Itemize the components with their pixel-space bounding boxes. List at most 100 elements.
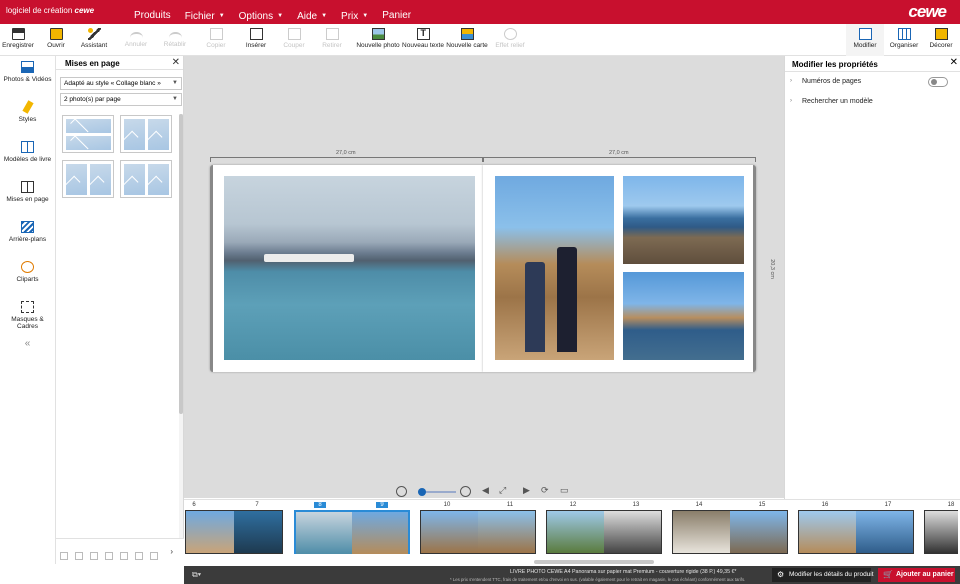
new-photo-button[interactable]: Nouvelle photo: [356, 24, 400, 56]
undo-button[interactable]: Annuler: [120, 24, 152, 56]
zoom-out-icon[interactable]: [60, 551, 68, 560]
page-thumb: [352, 512, 408, 554]
add-to-cart-label: Ajouter au panier: [896, 571, 954, 578]
zoom-in-icon[interactable]: [75, 551, 83, 560]
spread-thumbnail[interactable]: [185, 510, 283, 554]
menu-fichier[interactable]: Fichier ▼: [185, 0, 225, 24]
spread-thumbnail-active[interactable]: [294, 510, 410, 554]
paste-button[interactable]: Insérer: [240, 24, 272, 56]
new-text-button[interactable]: Nouveau texte: [402, 24, 444, 56]
sidebar-item-masks[interactable]: Masques & Cadres: [0, 301, 55, 336]
copy-label: Copier: [206, 42, 226, 49]
page-number: 12: [569, 502, 577, 508]
gear-icon: ⚙: [777, 570, 785, 579]
close-icon[interactable]: ✕: [950, 57, 958, 68]
photo-children-on-rocks[interactable]: [495, 176, 614, 360]
layout-cell: [147, 118, 170, 151]
assistant-button[interactable]: Assistant: [78, 24, 110, 56]
arrow-left-icon[interactable]: ◀: [482, 485, 489, 496]
save-button[interactable]: Enregistrer: [2, 24, 34, 56]
remove-label: Retirer: [322, 42, 342, 49]
app-title-text: logiciel de création: [6, 6, 73, 15]
new-card-button[interactable]: Nouvelle carte: [446, 24, 488, 56]
copy-button[interactable]: Copier: [200, 24, 232, 56]
photo-count-select[interactable]: 2 photo(s) par page ▼: [60, 93, 182, 106]
photo-coastline[interactable]: [623, 272, 744, 360]
spread-thumbnail[interactable]: [672, 510, 788, 554]
page-thumb: [547, 511, 604, 553]
add-to-cart-button[interactable]: 🛒 Ajouter au panier: [878, 568, 955, 582]
redo-button[interactable]: Rétablir: [158, 24, 192, 56]
zoom-in-icon[interactable]: [460, 486, 471, 497]
left-page[interactable]: [210, 165, 483, 372]
layouts-panel-title: Mises en page: [65, 59, 120, 68]
layout-filter-icon[interactable]: [90, 551, 98, 560]
search-template-row[interactable]: › Rechercher un modèle: [785, 92, 960, 112]
chevron-right-icon: ›: [790, 98, 792, 104]
remove-button[interactable]: Retirer: [316, 24, 348, 56]
tab-decorate[interactable]: Décorer: [924, 24, 958, 56]
sidebar-item-cliparts[interactable]: Cliparts: [0, 261, 55, 296]
spread-thumbnail[interactable]: [924, 510, 958, 554]
layout-filter-icon[interactable]: [135, 551, 143, 560]
chevron-down-icon: ▼: [277, 13, 284, 19]
page-thumb: [296, 512, 352, 554]
layout-icon[interactable]: ▭: [560, 485, 569, 496]
price-note: * Les prix s'entendent TTC, frais de tra…: [450, 577, 746, 582]
layout-thumbnail[interactable]: [62, 115, 114, 153]
layout-thumbnail[interactable]: [62, 160, 114, 198]
page-numbers-toggle[interactable]: [928, 77, 948, 87]
chevron-down-icon: ▼: [321, 13, 328, 19]
zoom-out-icon[interactable]: [396, 486, 407, 497]
menu-prix[interactable]: Prix ▼: [341, 0, 368, 24]
sidebar-item-photos[interactable]: Photos & Vidéos: [0, 61, 55, 96]
spread-thumbnail[interactable]: [546, 510, 662, 554]
chevron-down-icon: ▼: [218, 13, 225, 19]
chevron-right-icon[interactable]: ›: [170, 547, 173, 556]
close-icon[interactable]: ✕: [172, 57, 180, 68]
panel-scrollbar[interactable]: [179, 114, 183, 544]
layouts-icon: [21, 181, 34, 193]
arrow-right-icon[interactable]: ▶: [523, 485, 530, 496]
tab-modify[interactable]: Modifier: [846, 24, 884, 56]
sidebar-item-book-templates[interactable]: Modèles de livre: [0, 141, 55, 176]
styles-icon: [21, 100, 34, 114]
sidebar-item-layouts[interactable]: Mises en page: [0, 181, 55, 216]
scrollbar-thumb[interactable]: [179, 114, 183, 414]
menu-panier[interactable]: Panier: [382, 0, 411, 24]
page-numbers-row[interactable]: › Numéros de pages: [785, 72, 960, 92]
spread-thumbnail[interactable]: [798, 510, 914, 554]
sidebar-item-label: Styles: [18, 116, 37, 123]
menu-options[interactable]: Options ▼: [239, 0, 283, 24]
sidebar-item-styles[interactable]: Styles: [0, 100, 55, 136]
spread-thumbnail[interactable]: [420, 510, 536, 554]
menu-produits[interactable]: Produits: [134, 0, 171, 24]
page-number: 13: [632, 502, 640, 508]
effect-button[interactable]: Effet relief: [492, 24, 528, 56]
zoom-slider-handle[interactable]: [418, 488, 426, 496]
zoom-controls: ◀ ⤢ ▶ ⟳ ▭: [396, 485, 596, 499]
rotate-icon[interactable]: ⟳: [541, 485, 549, 496]
view-toggle-icon[interactable]: ⧉▾: [192, 570, 201, 580]
collapse-sidebar-button[interactable]: «: [0, 338, 55, 349]
layout-thumbnail[interactable]: [120, 115, 172, 153]
sidebar-item-backgrounds[interactable]: Arrière-plans: [0, 221, 55, 256]
filmstrip-scrollbar[interactable]: [534, 560, 654, 564]
menu-aide[interactable]: Aide ▼: [297, 0, 327, 24]
editor-canvas[interactable]: 27,0 cm 27,0 cm 20,3 cm ◀ ⤢ ▶ ⟳ ▭: [184, 56, 784, 498]
layout-thumbnail[interactable]: [120, 160, 172, 198]
open-button[interactable]: Ouvrir: [40, 24, 72, 56]
edit-product-details-button[interactable]: ⚙ Modifier les détails du produit: [772, 568, 874, 582]
photo-seaside-mountains[interactable]: [224, 176, 475, 360]
style-select[interactable]: Adapté au style « Collage blanc » ▼: [60, 77, 182, 90]
right-page[interactable]: [483, 165, 756, 372]
style-select-value: Adapté au style « Collage blanc »: [64, 80, 161, 87]
layout-filter-icon[interactable]: [105, 551, 113, 560]
fit-screen-icon[interactable]: ⤢: [499, 485, 506, 496]
tab-organize[interactable]: Organiser: [886, 24, 922, 56]
layout-filter-icon[interactable]: [150, 551, 158, 560]
layout-filter-icon[interactable]: [120, 551, 128, 560]
photo-rocky-coast[interactable]: [623, 176, 744, 264]
properties-panel: Modifier les propriétés ✕ › Numéros de p…: [784, 56, 960, 564]
cut-button[interactable]: Couper: [278, 24, 310, 56]
